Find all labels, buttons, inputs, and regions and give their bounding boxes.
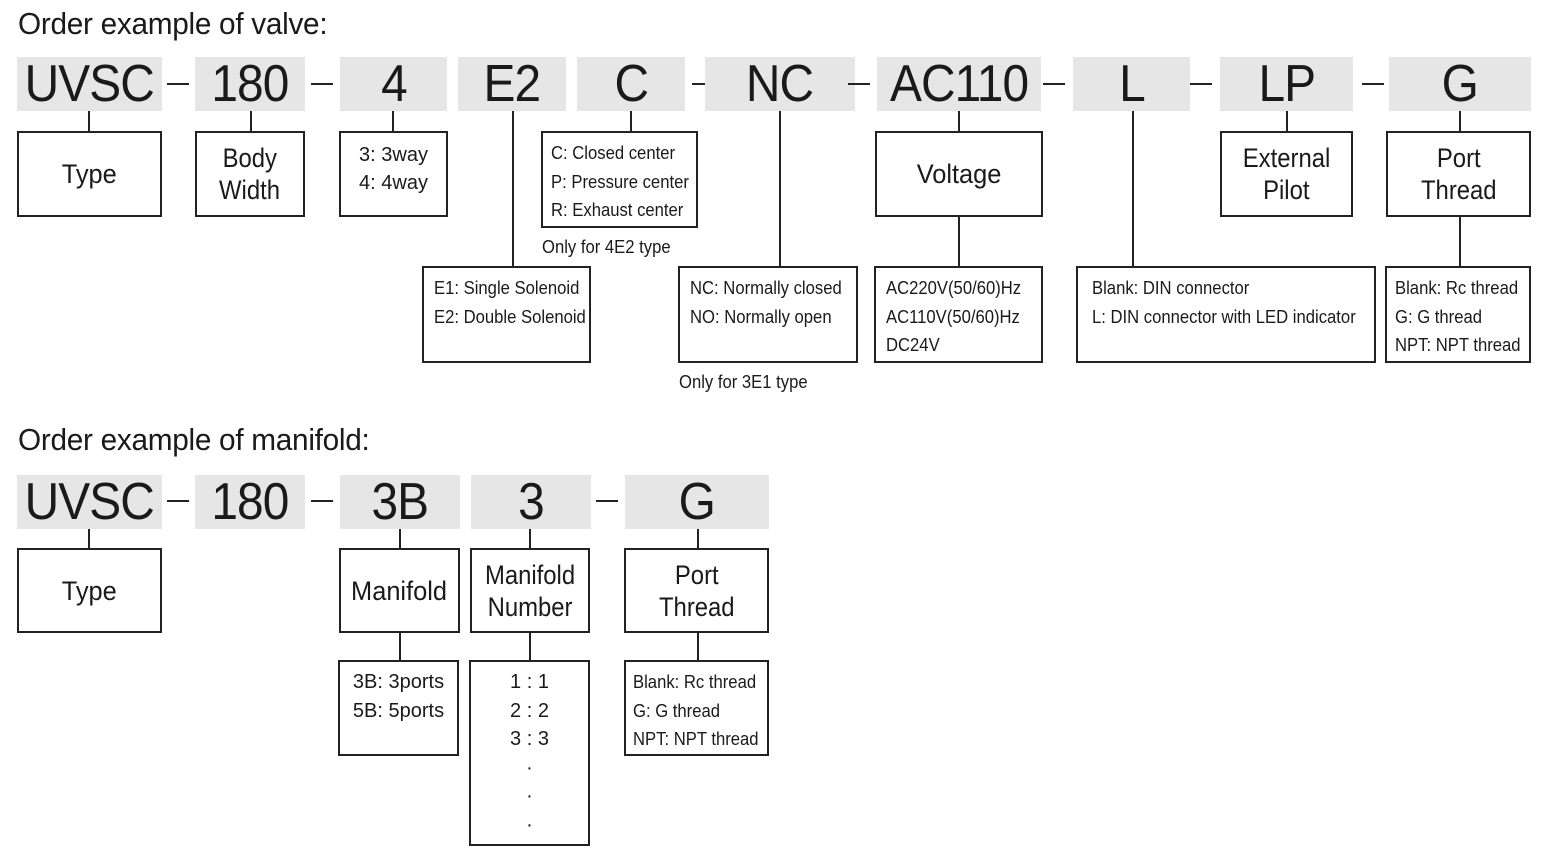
- option-normally-open: NO: Normally open: [690, 305, 832, 327]
- separator-dash: [167, 83, 189, 85]
- valve-label-port-thread: Port Thread: [1386, 131, 1531, 217]
- connector-line: [1459, 215, 1461, 267]
- separator-dash: [311, 83, 333, 85]
- valve-code-voltage: AC110: [877, 57, 1041, 111]
- connector-line: [958, 111, 960, 132]
- option-3way: 3: 3way: [359, 144, 428, 166]
- separator-dash: [848, 83, 870, 85]
- connector-line: [630, 111, 632, 132]
- connector-line: [529, 632, 531, 661]
- manifold-options-thread: Blank: Rc thread G: G thread NPT: NPT th…: [624, 660, 769, 756]
- separator-dash: [1362, 83, 1384, 85]
- ellipsis-dot: ·: [526, 756, 533, 779]
- ellipsis-dot: ·: [526, 813, 533, 836]
- connector-line: [512, 111, 514, 267]
- valve-label-voltage: Voltage: [875, 131, 1043, 217]
- separator-dash: [311, 500, 333, 502]
- option-ac220v: AC220V(50/60)Hz: [886, 277, 1022, 298]
- valve-options-normally: NC: Normally closed NO: Normally open: [678, 266, 858, 363]
- valve-label-external-pilot: External Pilot: [1220, 131, 1353, 217]
- option-3ports: 3B: 3ports: [352, 671, 445, 693]
- valve-section-title: Order example of valve:: [18, 6, 328, 41]
- option-exhaust-center: R: Exhaust center: [551, 199, 684, 220]
- manifold-options-ports: 3B: 3ports 5B: 5ports: [338, 660, 459, 756]
- option-normally-closed: NC: Normally closed: [690, 277, 842, 298]
- valve-options-connector: Blank: DIN connector L: DIN connector wi…: [1076, 266, 1376, 363]
- valve-options-center: C: Closed center P: Pressure center R: E…: [541, 131, 698, 228]
- option-ac110v: AC110V(50/60)Hz: [886, 305, 1020, 327]
- valve-code-normally: NC: [705, 57, 855, 111]
- valve-label-type: Type: [17, 131, 162, 217]
- manifold-code-type: UVSC: [17, 475, 162, 529]
- valve-code-port-thread: G: [1389, 57, 1531, 111]
- option-number-3: 3 : 3: [510, 728, 549, 750]
- note-only-4e2: Only for 4E2 type: [542, 236, 671, 257]
- separator-dash: [167, 500, 189, 502]
- option-rc-thread: Blank: Rc thread: [633, 671, 757, 692]
- connector-line: [958, 215, 960, 267]
- option-pressure-center: P: Pressure center: [551, 170, 689, 192]
- valve-label-body-width: Body Width: [195, 131, 305, 217]
- manifold-options-numbers: 1 : 1 2 : 2 3 : 3 · · ·: [469, 660, 590, 846]
- separator-dash: [1190, 83, 1212, 85]
- option-number-2: 2 : 2: [510, 699, 549, 722]
- connector-line: [1459, 111, 1461, 132]
- manifold-code-number: 3: [471, 475, 591, 529]
- manifold-label-type: Type: [17, 548, 162, 633]
- separator-dash: [596, 500, 618, 502]
- option-g-thread: G: G thread: [633, 699, 720, 721]
- manifold-label-port-thread: Port Thread: [624, 548, 769, 633]
- option-rc-thread: Blank: Rc thread: [1395, 277, 1519, 298]
- connector-line: [697, 632, 699, 661]
- valve-code-body-width: 180: [195, 57, 305, 111]
- option-double-solenoid: E2: Double Solenoid: [434, 305, 586, 327]
- connector-line: [779, 111, 781, 267]
- valve-options-thread: Blank: Rc thread G: G thread NPT: NPT th…: [1385, 266, 1531, 363]
- option-number-1: 1 : 1: [510, 671, 549, 693]
- connector-line: [88, 111, 90, 132]
- connector-line: [250, 111, 252, 132]
- valve-code-ways: 4: [340, 57, 447, 111]
- connector-line: [697, 529, 699, 549]
- valve-code-solenoid: E2: [458, 57, 566, 111]
- manifold-label-manifold: Manifold: [339, 548, 460, 633]
- valve-code-external-pilot: LP: [1220, 57, 1353, 111]
- connector-line: [88, 529, 90, 549]
- option-g-thread: G: G thread: [1395, 305, 1482, 327]
- ellipsis-dot: ·: [526, 785, 533, 807]
- connector-line: [1132, 111, 1134, 267]
- option-closed-center: C: Closed center: [551, 142, 676, 163]
- manifold-code-port-thread: G: [625, 475, 769, 529]
- note-only-3e1: Only for 3E1 type: [679, 371, 808, 392]
- option-4way: 4: 4way: [359, 172, 428, 194]
- manifold-label-number: Manifold Number: [470, 548, 590, 633]
- connector-line: [399, 632, 401, 661]
- option-din-connector-led: L: DIN connector with LED indicator: [1092, 305, 1356, 327]
- option-npt-thread: NPT: NPT thread: [633, 728, 759, 749]
- valve-code-connector: L: [1073, 57, 1190, 111]
- option-npt-thread: NPT: NPT thread: [1395, 334, 1521, 355]
- option-single-solenoid: E1: Single Solenoid: [434, 277, 580, 298]
- manifold-code-body-width: 180: [195, 475, 305, 529]
- connector-line: [399, 529, 401, 549]
- connector-line: [529, 529, 531, 549]
- valve-code-center: C: [577, 57, 685, 111]
- option-5ports: 5B: 5ports: [352, 699, 445, 722]
- separator-dash: [1043, 83, 1065, 85]
- option-dc24v: DC24V: [886, 334, 940, 355]
- valve-options-solenoid: E1: Single Solenoid E2: Double Solenoid: [422, 266, 591, 363]
- valve-code-type: UVSC: [17, 57, 162, 111]
- connector-line: [1286, 111, 1288, 132]
- option-din-connector: Blank: DIN connector: [1092, 277, 1250, 298]
- manifold-section-title: Order example of manifold:: [18, 422, 370, 457]
- valve-options-ways: 3: 3way 4: 4way: [339, 131, 448, 217]
- manifold-code-manifold: 3B: [340, 475, 460, 529]
- valve-options-voltage: AC220V(50/60)Hz AC110V(50/60)Hz DC24V: [874, 266, 1043, 363]
- connector-line: [392, 111, 394, 132]
